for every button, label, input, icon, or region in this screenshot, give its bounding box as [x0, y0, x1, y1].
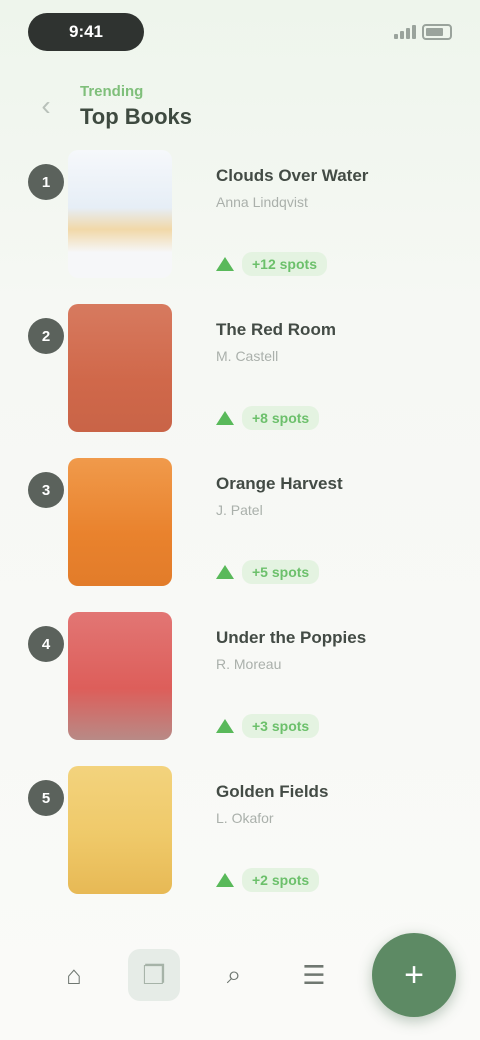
book-cover: [68, 766, 172, 894]
trend-indicator: +3 spots: [216, 714, 480, 738]
list-item[interactable]: 5 Golden Fields L. Okafor +2 spots: [0, 766, 480, 920]
trend-label: +2 spots: [242, 868, 320, 892]
trend-up-icon: [216, 719, 234, 733]
header-titles: Trending Top Books: [80, 83, 192, 130]
tab-library[interactable]: ☰: [288, 949, 340, 1001]
book-info: Under the Poppies R. Moreau +3 spots: [216, 612, 480, 752]
trend-label: +5 spots: [242, 560, 320, 584]
trend-label: +8 spots: [242, 406, 320, 430]
status-bar: 9:41: [0, 0, 480, 64]
status-indicators: [394, 24, 452, 40]
list-item[interactable]: 2 The Red Room M. Castell +8 spots: [0, 304, 480, 458]
status-time: 9:41: [28, 13, 144, 51]
library-icon: ☰: [302, 959, 326, 990]
book-author: L. Okafor: [216, 810, 274, 826]
home-icon: ⌂: [66, 959, 82, 990]
battery-icon: [422, 24, 452, 40]
book-title: Clouds Over Water: [216, 166, 369, 185]
book-cover: [68, 304, 172, 432]
book-title: Under the Poppies: [216, 628, 367, 647]
trend-up-icon: [216, 565, 234, 579]
signal-icon: [394, 25, 416, 39]
bookmark-icon: ❐: [142, 959, 166, 990]
tab-home[interactable]: ⌂: [48, 949, 100, 1001]
book-list: 1 Clouds Over Water Anna Lindqvist +12 s…: [0, 150, 480, 920]
tab-bookmarks[interactable]: ❐: [128, 949, 180, 1001]
book-title: The Red Room: [216, 320, 336, 339]
rank-badge: 2: [28, 318, 64, 354]
tab-search[interactable]: ⌕: [208, 949, 260, 1001]
page-subtitle: Trending: [80, 82, 144, 100]
book-cover: [68, 458, 172, 586]
book-cover: [68, 612, 172, 740]
trend-indicator: +12 spots: [216, 252, 480, 276]
book-author: Anna Lindqvist: [216, 194, 308, 210]
list-item[interactable]: 4 Under the Poppies R. Moreau +3 spots: [0, 612, 480, 766]
rank-badge: 1: [28, 164, 64, 200]
list-item[interactable]: 3 Orange Harvest J. Patel +5 spots: [0, 458, 480, 612]
chevron-left-icon: ‹: [41, 90, 51, 121]
list-item[interactable]: 1 Clouds Over Water Anna Lindqvist +12 s…: [0, 150, 480, 304]
rank-badge: 3: [28, 472, 64, 508]
book-title: Golden Fields: [216, 782, 329, 801]
book-info: Orange Harvest J. Patel +5 spots: [216, 458, 480, 598]
bottom-tab-bar: ⌂ ❐ ⌕ ☰ +: [0, 930, 480, 1040]
trend-indicator: +8 spots: [216, 406, 480, 430]
trend-label: +3 spots: [242, 714, 320, 738]
trend-label: +12 spots: [242, 252, 327, 276]
back-button[interactable]: ‹: [28, 88, 64, 124]
book-info: The Red Room M. Castell +8 spots: [216, 304, 480, 444]
page-header: ‹ Trending Top Books: [28, 76, 452, 136]
book-author: J. Patel: [216, 502, 263, 518]
add-button[interactable]: +: [372, 933, 456, 1017]
trend-indicator: +2 spots: [216, 868, 480, 892]
rank-badge: 4: [28, 626, 64, 662]
page-title: Top Books: [80, 103, 193, 129]
book-cover: [68, 150, 172, 278]
plus-icon: +: [404, 955, 424, 994]
rank-badge: 5: [28, 780, 64, 816]
book-author: M. Castell: [216, 348, 279, 364]
trend-up-icon: [216, 257, 234, 271]
trend-up-icon: [216, 411, 234, 425]
book-info: Clouds Over Water Anna Lindqvist +12 spo…: [216, 150, 480, 290]
trend-indicator: +5 spots: [216, 560, 480, 584]
trend-up-icon: [216, 873, 234, 887]
book-info: Golden Fields L. Okafor +2 spots: [216, 766, 480, 906]
search-icon: ⌕: [226, 959, 242, 989]
book-author: R. Moreau: [216, 656, 282, 672]
book-title: Orange Harvest: [216, 474, 343, 493]
